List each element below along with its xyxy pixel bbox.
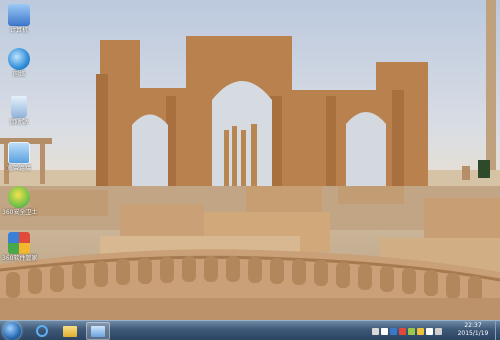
tray-flag-icon[interactable] — [381, 327, 388, 335]
desktop-icon-network[interactable]: 网络 — [2, 48, 36, 78]
desktop-icon-recycle-bin[interactable]: 回收站 — [2, 96, 36, 126]
taskbar-clock[interactable]: 22:37 2015/1/19 — [452, 322, 494, 338]
tray-network-icon[interactable] — [390, 327, 397, 335]
tray-360-icon[interactable] — [408, 327, 415, 335]
show-desktop-button[interactable] — [495, 321, 500, 340]
desktop-icon-label: 360安全卫士 — [2, 209, 38, 216]
taskbar-network-window-button[interactable] — [86, 322, 110, 340]
taskbar-ie-button[interactable] — [30, 322, 54, 340]
clock-time: 22:37 — [464, 322, 482, 329]
360-software-manager-icon — [8, 232, 30, 254]
tray-arrow-icon[interactable] — [372, 327, 379, 335]
desktop-icon-label: 回收站 — [9, 119, 28, 126]
wallpaper-palmyra-ruins — [0, 0, 500, 320]
taskbar: 22:37 2015/1/19 — [0, 320, 500, 340]
desktop-icon-label: 计算机 — [9, 27, 28, 34]
desktop-icon-360-software[interactable]: 360软件管家 — [2, 232, 38, 262]
tray-speaker-icon[interactable] — [426, 327, 433, 335]
desktop-icon-label: 宽带连接 — [6, 165, 31, 172]
desktop-icon-360-security[interactable]: 360安全卫士 — [2, 186, 38, 216]
taskbar-explorer-button[interactable] — [58, 322, 82, 340]
desktop-icon-label: 网络 — [12, 71, 25, 78]
desktop-icon-label: 360软件管家 — [2, 255, 38, 262]
network-window-icon — [91, 326, 105, 337]
start-button[interactable] — [3, 322, 21, 340]
360-security-icon — [8, 186, 30, 208]
computer-icon — [8, 4, 30, 26]
network-icon — [8, 48, 30, 70]
file-explorer-icon — [63, 326, 77, 337]
ie-icon — [36, 325, 48, 337]
desktop[interactable]: 计算机 网络 回收站 宽带连接 360安全卫士 360软件管家 — [0, 0, 500, 320]
system-tray — [372, 324, 442, 338]
desktop-icon-broadband[interactable]: 宽带连接 — [2, 142, 36, 172]
tray-power-icon[interactable] — [435, 327, 442, 335]
tray-input-icon[interactable] — [417, 327, 424, 335]
broadband-connection-icon — [8, 142, 30, 164]
clock-date: 2015/1/19 — [457, 330, 489, 337]
tray-app-icon[interactable] — [399, 327, 406, 335]
desktop-icon-computer[interactable]: 计算机 — [2, 4, 36, 34]
recycle-bin-icon — [11, 96, 27, 118]
